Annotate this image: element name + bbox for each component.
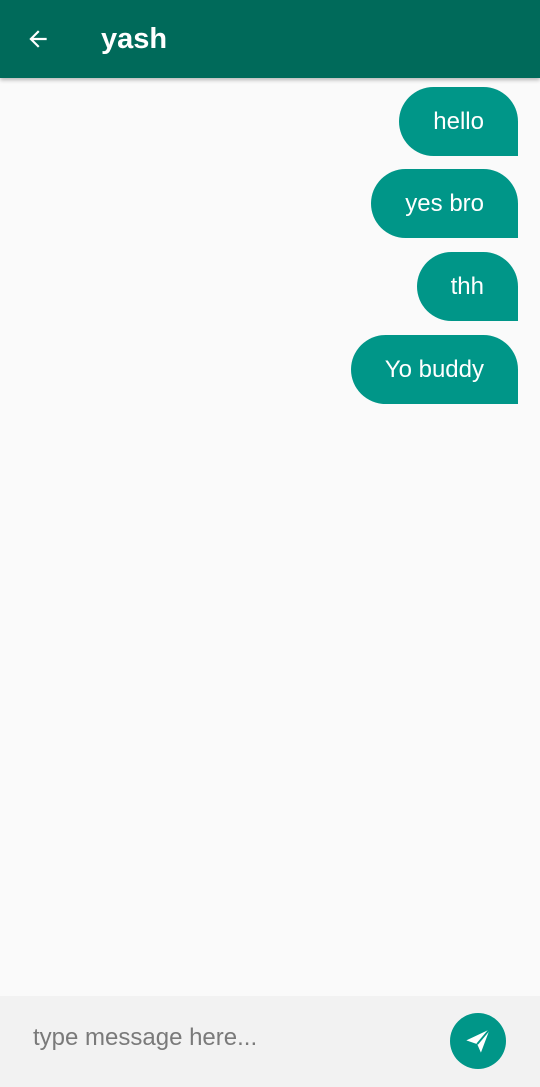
message-bubble: thh [416,252,518,321]
message-list: hello yes bro thh Yo buddy [0,78,540,996]
arrow-left-icon [29,30,47,48]
message-bubble: Yo buddy [350,335,518,404]
message-input[interactable] [33,1018,423,1058]
back-button[interactable] [14,15,62,63]
chat-title: yash [101,23,168,55]
chat-screen: yash hello yes bro thh Yo buddy [0,0,540,1087]
message-composer [0,996,540,1087]
app-bar: yash [0,0,540,78]
send-icon [466,1028,491,1053]
send-button[interactable] [450,1013,506,1069]
message-bubble: hello [399,87,518,156]
message-bubble: yes bro [371,169,518,238]
